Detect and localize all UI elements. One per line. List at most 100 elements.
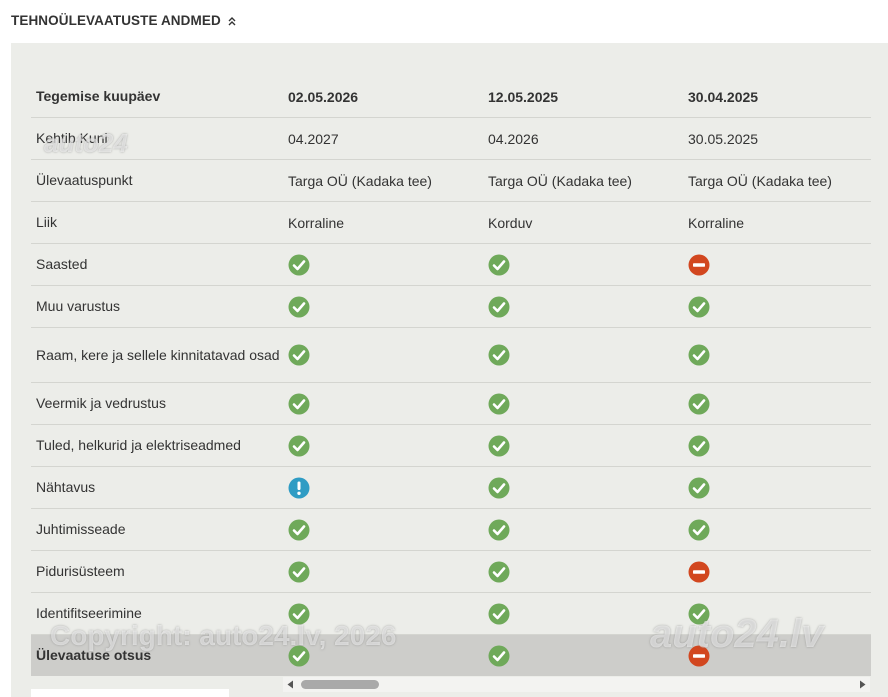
check-circle-icon <box>288 254 310 275</box>
check-circle-icon <box>288 344 310 366</box>
table-row: Nähtavus <box>31 467 871 509</box>
row-label: Saasted <box>36 256 88 272</box>
status-cell <box>282 603 482 625</box>
status-cell <box>282 254 482 276</box>
cell-value: Korduv <box>488 214 533 231</box>
status-cell <box>682 344 871 366</box>
check-circle-icon <box>288 645 310 666</box>
check-circle-icon <box>688 296 710 317</box>
check-circle-icon <box>688 393 710 414</box>
row-label: Muu varustus <box>36 298 121 314</box>
status-cell <box>482 645 682 667</box>
row-label: Liik <box>36 214 58 230</box>
check-circle-icon <box>288 561 310 582</box>
cell-value: Targa OÜ (Kadaka tee) <box>488 172 632 189</box>
cell-value: Targa OÜ (Kadaka tee) <box>288 172 432 189</box>
check-circle-icon <box>488 393 510 414</box>
table-row: Saasted <box>31 244 871 286</box>
status-cell <box>682 519 871 541</box>
check-circle-icon <box>488 603 510 624</box>
cell-value: 04.2026 <box>488 130 539 147</box>
status-cell <box>682 435 871 457</box>
row-label: Tuled, helkurid ja elektriseadmed <box>36 437 241 453</box>
table-row: Muu varustus <box>31 286 871 328</box>
status-cell <box>482 254 682 276</box>
check-circle-icon <box>288 519 310 540</box>
row-label: Ülevaatuspunkt <box>36 172 133 188</box>
check-circle-icon <box>488 477 510 498</box>
check-circle-icon <box>488 296 510 317</box>
status-cell <box>282 645 482 667</box>
table-header-row: Tegemise kuupäev 02.05.2026 12.05.2025 3… <box>31 76 871 118</box>
status-cell <box>282 435 482 457</box>
table-row: Identifitseerimine <box>31 593 871 635</box>
inspection-panel: Tegemise kuupäev 02.05.2026 12.05.2025 3… <box>11 43 888 697</box>
check-circle-icon <box>488 254 510 275</box>
check-circle-icon <box>688 477 710 498</box>
row-label: Raam, kere ja sellele kinnitatavad osad <box>36 346 280 363</box>
status-cell <box>482 296 682 318</box>
horizontal-scrollbar[interactable] <box>283 677 870 692</box>
minus-circle-icon <box>688 254 710 275</box>
check-circle-icon <box>288 393 310 414</box>
table-row: Raam, kere ja sellele kinnitatavad osad <box>31 328 871 383</box>
header-date: 02.05.2026 <box>288 88 359 105</box>
status-cell <box>682 561 871 583</box>
row-label: Juhtimisseade <box>36 521 126 537</box>
status-cell <box>282 296 482 318</box>
table-row: Kehtib Kuni 04.2027 04.2026 30.05.2025 <box>31 118 871 160</box>
table-row: Tuled, helkurid ja elektriseadmed <box>31 425 871 467</box>
row-label: Pidurisüsteem <box>36 563 125 579</box>
check-circle-icon <box>688 344 710 366</box>
section-toggle[interactable]: TEHNOÜLEVAATUSTE ANDMED <box>11 13 237 28</box>
status-cell <box>282 344 482 366</box>
cell-value: 04.2027 <box>288 130 339 147</box>
check-circle-icon <box>488 344 510 366</box>
arrow-left-icon[interactable] <box>286 680 295 689</box>
header-date: 30.04.2025 <box>688 88 759 105</box>
header-date: 12.05.2025 <box>488 88 559 105</box>
check-circle-icon <box>488 561 510 582</box>
arrow-right-icon[interactable] <box>858 680 867 689</box>
status-cell <box>682 603 871 625</box>
status-cell <box>482 519 682 541</box>
status-cell <box>682 477 871 499</box>
check-circle-icon <box>688 435 710 456</box>
status-cell <box>482 344 682 366</box>
cell-value: Korraline <box>688 214 745 231</box>
cell-value: Targa OÜ (Kadaka tee) <box>688 172 832 189</box>
status-cell <box>482 477 682 499</box>
minus-circle-icon <box>688 645 710 666</box>
status-cell <box>482 393 682 415</box>
status-cell <box>282 561 482 583</box>
table-row: Liik Korraline Korduv Korraline <box>31 202 871 244</box>
status-cell <box>482 435 682 457</box>
table-row: Juhtimisseade <box>31 509 871 551</box>
check-circle-icon <box>288 435 310 456</box>
status-cell <box>482 561 682 583</box>
table-row: Pidurisüsteem <box>31 551 871 593</box>
status-cell <box>282 519 482 541</box>
cell-value: 30.05.2025 <box>688 130 759 147</box>
cell-value: Korraline <box>288 214 345 231</box>
check-circle-icon <box>688 603 710 624</box>
table-row: Ülevaatuspunkt Targa OÜ (Kadaka tee) Tar… <box>31 160 871 202</box>
exclamation-circle-icon <box>288 477 310 498</box>
row-label: Kehtib Kuni <box>36 130 108 146</box>
row-label: Ülevaatuse otsus <box>36 647 152 663</box>
check-circle-icon <box>488 435 510 456</box>
status-cell <box>682 254 871 276</box>
status-cell <box>282 477 482 499</box>
header-label: Tegemise kuupäev <box>36 88 161 104</box>
row-label: Veermik ja vedrustus <box>36 395 166 411</box>
section-title: TEHNOÜLEVAATUSTE ANDMED <box>11 13 221 28</box>
check-circle-icon <box>488 645 510 666</box>
status-cell <box>282 393 482 415</box>
scrollbar-thumb[interactable] <box>301 680 379 689</box>
chevron-double-up-icon <box>228 16 236 25</box>
status-cell <box>482 603 682 625</box>
minus-circle-icon <box>688 561 710 582</box>
check-circle-icon <box>488 519 510 540</box>
check-circle-icon <box>288 296 310 317</box>
check-circle-icon <box>688 519 710 540</box>
